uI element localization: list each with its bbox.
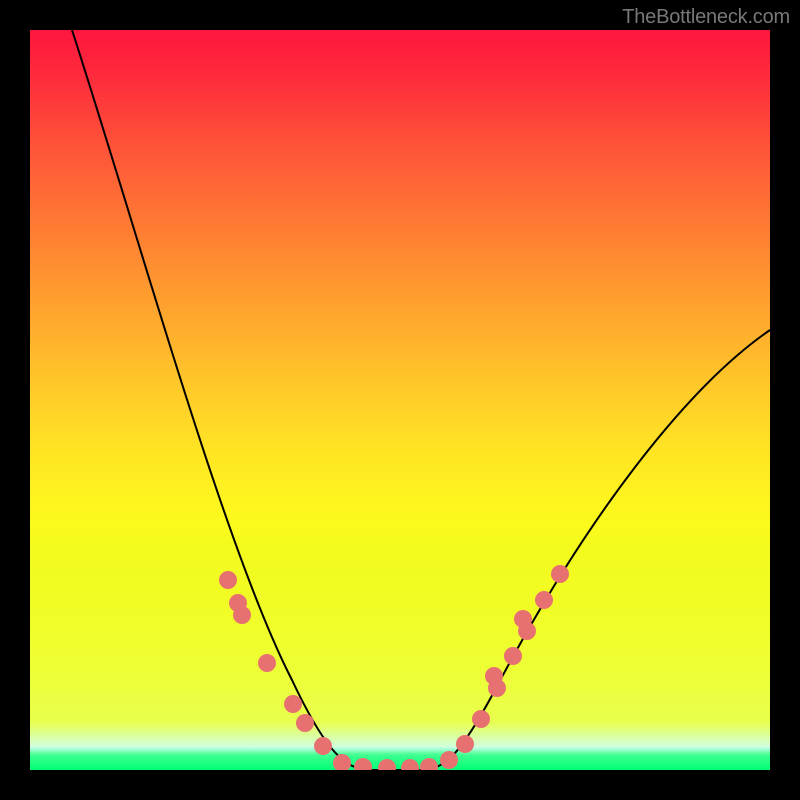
chart-frame: TheBottleneck.com xyxy=(0,0,800,800)
plot-area xyxy=(30,30,770,770)
data-point xyxy=(420,758,438,770)
bottleneck-curve xyxy=(72,30,770,770)
data-point xyxy=(378,759,396,770)
data-point xyxy=(485,667,503,685)
data-point xyxy=(233,606,251,624)
data-point xyxy=(354,758,372,770)
watermark-text: TheBottleneck.com xyxy=(622,6,790,29)
data-point xyxy=(504,647,522,665)
data-point xyxy=(296,714,314,732)
data-point xyxy=(258,654,276,672)
data-point xyxy=(333,754,351,770)
data-point xyxy=(440,751,458,769)
data-point xyxy=(219,571,237,589)
data-point xyxy=(401,759,419,770)
data-point xyxy=(514,610,532,628)
data-point xyxy=(314,737,332,755)
data-point xyxy=(551,565,569,583)
data-point xyxy=(535,591,553,609)
data-point xyxy=(472,710,490,728)
dots-group xyxy=(219,565,569,770)
data-point xyxy=(284,695,302,713)
chart-svg xyxy=(30,30,770,770)
data-point xyxy=(456,735,474,753)
